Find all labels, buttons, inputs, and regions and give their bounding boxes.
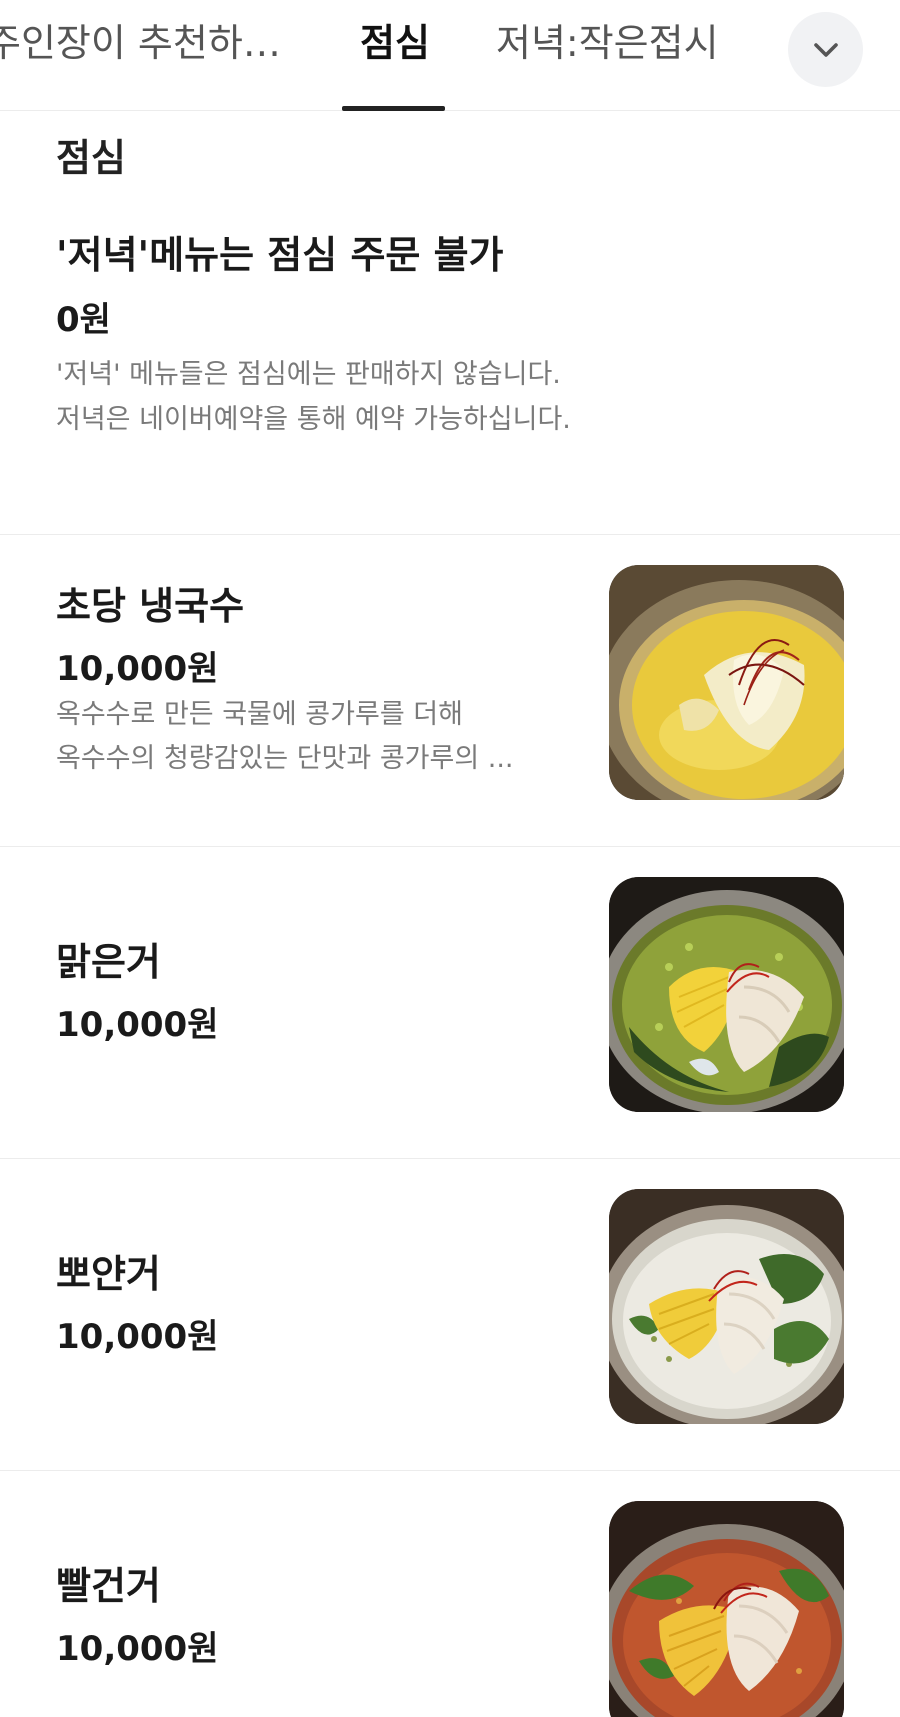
corn-noodle-soup-photo[interactable] xyxy=(609,565,844,800)
menu-item-name: 맑은거 xyxy=(56,940,161,984)
description-line: 저녁은 네이버예약을 통해 예약 가능하십니다. xyxy=(56,404,571,435)
more-tabs-button[interactable] xyxy=(788,12,863,87)
menu-item-name: '저녁'메뉴는 점심 주문 불가 xyxy=(56,233,504,277)
description-line: 옥수수로 만든 국물에 콩가루를 더해 xyxy=(56,699,463,730)
tab-lunch[interactable]: 점심 xyxy=(360,14,430,72)
chevron-down-icon xyxy=(813,42,838,57)
menu-item-price: 10,000원 xyxy=(56,1317,219,1357)
menu-item-description: 옥수수로 만든 국물에 콩가루를 더해 옥수수의 청량감있는 단맛과 콩가루의 … xyxy=(56,693,541,781)
menu-item-description: '저녁' 메뉴들은 점심에는 판매하지 않습니다. 저녁은 네이버예약을 통해 … xyxy=(56,352,616,442)
menu-item[interactable]: 빨건거 10,000원 xyxy=(0,1471,900,1717)
milky-noodle-soup-photo[interactable] xyxy=(609,1189,844,1424)
tab-dinner-small-plates[interactable]: 저녁:작은접시 xyxy=(496,14,719,72)
tab-chef-recommend[interactable]: 주인장이 추천하는 ... xyxy=(0,14,294,72)
menu-item[interactable]: 초당 냉국수 10,000원 옥수수로 만든 국물에 콩가루를 더해 옥수수의 … xyxy=(0,535,900,847)
menu-item[interactable]: 맑은거 10,000원 xyxy=(0,847,900,1159)
menu-item-price: 10,000원 xyxy=(56,1005,219,1045)
red-noodle-soup-photo[interactable] xyxy=(609,1501,844,1717)
description-line: '저녁' 메뉴들은 점심에는 판매하지 않습니다. xyxy=(56,359,561,390)
menu-item[interactable]: 뽀얀거 10,000원 xyxy=(0,1159,900,1471)
active-tab-indicator xyxy=(342,106,445,111)
clear-noodle-soup-photo[interactable] xyxy=(609,877,844,1112)
menu-item-name: 초당 냉국수 xyxy=(56,584,245,628)
menu-item-price: 10,000원 xyxy=(56,1629,219,1669)
menu-item-price: 10,000원 xyxy=(56,649,219,689)
section-title: 점심 xyxy=(56,136,126,180)
menu-notice-item[interactable]: '저녁'메뉴는 점심 주문 불가 0원 '저녁' 메뉴들은 점심에는 판매하지 … xyxy=(0,200,900,535)
menu-page: 주인장이 추천하는 ... 점심 저녁:작은접시 점심 '저녁'메뉴는 점심 주… xyxy=(0,0,900,1717)
menu-item-price: 0원 xyxy=(56,300,111,340)
description-line: 옥수수의 청량감있는 단맛과 콩가루의 ... xyxy=(56,743,514,774)
menu-item-name: 빨건거 xyxy=(56,1564,161,1608)
menu-item-name: 뽀얀거 xyxy=(56,1252,161,1296)
category-tab-bar: 주인장이 추천하는 ... 점심 저녁:작은접시 xyxy=(0,0,900,111)
